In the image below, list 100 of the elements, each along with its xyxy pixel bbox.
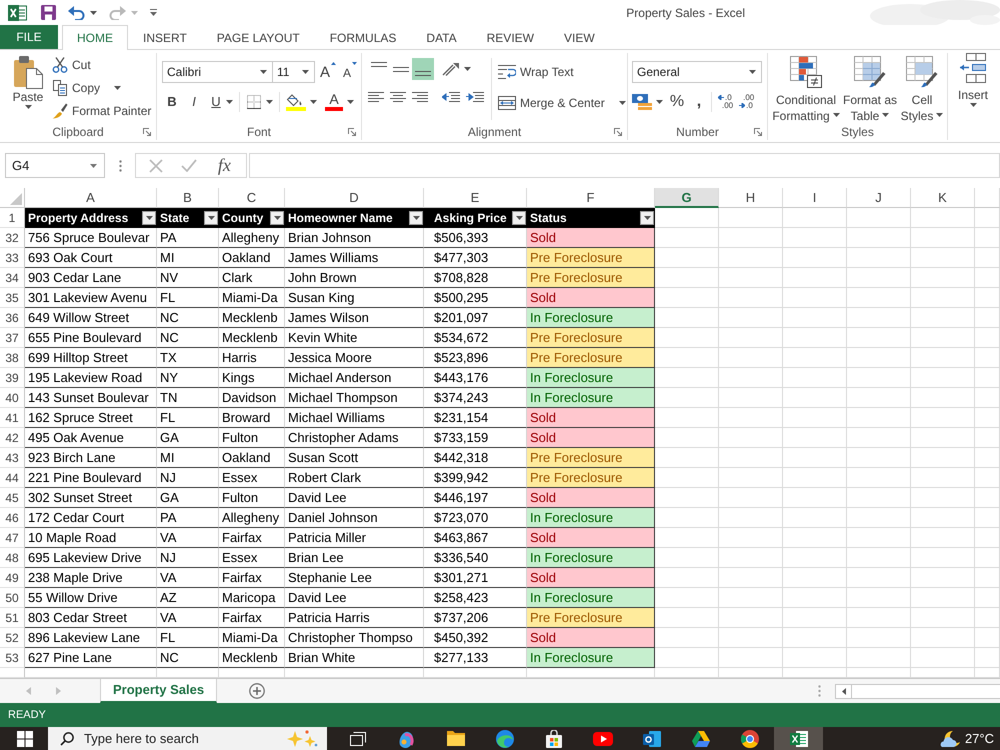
status-cell: Sold — [527, 228, 655, 248]
copy-button[interactable]: Copy — [52, 76, 152, 99]
decrease-indent-icon[interactable] — [442, 92, 460, 102]
fill-color-icon[interactable] — [286, 92, 306, 110]
borders-icon[interactable] — [246, 94, 262, 110]
dialog-launcher-icon[interactable] — [143, 128, 151, 136]
search-box[interactable]: Type here to search — [48, 727, 327, 750]
status-cell: Pre Foreclosure — [527, 248, 655, 268]
name-box-field[interactable]: G4 — [5, 153, 105, 178]
empty-cell — [911, 488, 975, 508]
align-left-icon[interactable] — [368, 92, 384, 102]
merge-cells-icon — [498, 96, 516, 110]
underline-button[interactable]: U — [206, 91, 226, 112]
table-cell: MI — [157, 448, 219, 468]
filter-button[interactable] — [270, 211, 284, 225]
column-header[interactable]: H — [719, 188, 783, 208]
formula-input-field[interactable] — [249, 153, 1000, 178]
table-cell: Essex — [219, 548, 285, 568]
start-icon[interactable] — [17, 730, 33, 746]
font-color-button[interactable]: A — [325, 92, 343, 111]
align-center-icon[interactable] — [390, 92, 406, 102]
font-name-dropdown[interactable]: Calibri — [162, 61, 273, 83]
filter-button[interactable] — [640, 211, 654, 225]
table-cell: Fairfax — [219, 568, 285, 588]
shrink-font-button[interactable]: A — [341, 62, 360, 82]
sheet-tab[interactable]: Property Sales — [100, 678, 218, 702]
table-cell: VA — [157, 568, 219, 588]
ribbon-tab[interactable]: DATA — [411, 25, 472, 50]
status-cell: In Foreclosure — [527, 308, 655, 328]
drag-handle-icon[interactable] — [119, 160, 122, 172]
font-size-dropdown[interactable]: 11 — [272, 61, 315, 83]
save-icon[interactable] — [41, 5, 56, 20]
grow-font-button[interactable]: A — [318, 62, 338, 82]
filter-button[interactable] — [204, 211, 218, 225]
ribbon-tab[interactable]: FORMULAS — [314, 25, 412, 50]
task-view-icon — [350, 732, 366, 746]
italic-button[interactable]: I — [184, 91, 204, 112]
empty-cell — [975, 348, 1000, 368]
align-right-icon[interactable] — [412, 92, 428, 102]
insert-cells-button[interactable]: Insert — [958, 53, 988, 124]
accounting-format-icon[interactable] — [632, 94, 652, 110]
percent-style-button[interactable]: % — [667, 91, 687, 112]
horizontal-scrollbar[interactable] — [835, 684, 1000, 698]
format-painter-button[interactable]: Format Painter — [52, 99, 152, 122]
row-number: 50 — [0, 588, 25, 608]
file-tab[interactable]: FILE — [0, 25, 58, 49]
search-field[interactable]: Type here to search — [84, 728, 275, 749]
filter-button[interactable] — [142, 211, 156, 225]
ribbon-tab[interactable]: INSERT — [128, 25, 202, 50]
dialog-launcher-icon[interactable] — [614, 128, 622, 136]
dialog-launcher-icon[interactable] — [754, 128, 762, 136]
split-handle-icon[interactable] — [818, 685, 821, 697]
column-header[interactable]: J — [847, 188, 911, 208]
increase-decimal-button[interactable]: .0 .00 — [718, 94, 734, 110]
table-cell: Brian Lee — [285, 548, 424, 568]
caret-icon — [90, 10, 97, 14]
table-cell: Clark — [219, 268, 285, 288]
undo-icon[interactable] — [68, 6, 85, 20]
align-bottom-button[interactable] — [412, 58, 434, 80]
empty-cell — [783, 368, 847, 388]
ribbon-tab[interactable]: REVIEW — [472, 25, 549, 50]
wrap-text-button[interactable]: Wrap Text — [498, 60, 626, 83]
weather-icon[interactable] — [938, 730, 961, 748]
empty-cell — [783, 308, 847, 328]
empty-cell — [847, 428, 911, 448]
cell-styles-button[interactable]: Cell Styles — [899, 56, 945, 124]
column-header[interactable]: I — [783, 188, 847, 208]
format-as-table-button[interactable]: Format as Table — [841, 56, 899, 124]
ribbon-tab[interactable]: HOME — [62, 25, 128, 50]
merge-center-button[interactable]: Merge & Center — [498, 91, 626, 114]
column-header[interactable]: K — [911, 188, 975, 208]
insert-function-button[interactable]: fx — [216, 155, 233, 176]
empty-cell — [847, 328, 911, 348]
table-cell: James Williams — [285, 248, 424, 268]
table-cell: 10 Maple Road — [25, 528, 157, 548]
paste-button[interactable]: Paste — [6, 53, 50, 124]
row-number: 40 — [0, 388, 25, 408]
filter-button[interactable] — [409, 211, 423, 225]
scroll-left-icon[interactable] — [842, 688, 846, 694]
filter-button[interactable] — [512, 211, 526, 225]
number-format-dropdown[interactable]: General — [632, 61, 762, 83]
dialog-launcher-icon[interactable] — [348, 128, 356, 136]
decrease-decimal-button[interactable]: .00 .0 — [739, 94, 754, 110]
table-cell: 693 Oak Court — [25, 248, 157, 268]
bold-button[interactable]: B — [162, 91, 182, 112]
ribbon-tab[interactable]: PAGE LAYOUT — [202, 25, 315, 50]
caret-icon — [936, 112, 944, 117]
empty-cell — [719, 528, 783, 548]
cut-button[interactable]: Cut — [52, 53, 152, 76]
taskbar-app-button[interactable] — [774, 727, 823, 750]
caret-icon — [114, 86, 122, 90]
increase-indent-icon[interactable] — [466, 92, 484, 102]
conditional-formatting-button[interactable]: Conditional Formatting — [771, 56, 841, 124]
customize-toolbar-icon[interactable] — [150, 9, 157, 16]
caret-icon — [302, 70, 309, 74]
slanted-text-icon[interactable] — [442, 62, 460, 76]
comma-style-button[interactable]: , — [689, 91, 709, 112]
add-sheet-icon[interactable] — [249, 683, 266, 699]
ribbon-tab[interactable]: VIEW — [548, 25, 610, 50]
column-header[interactable]: G — [655, 188, 719, 208]
